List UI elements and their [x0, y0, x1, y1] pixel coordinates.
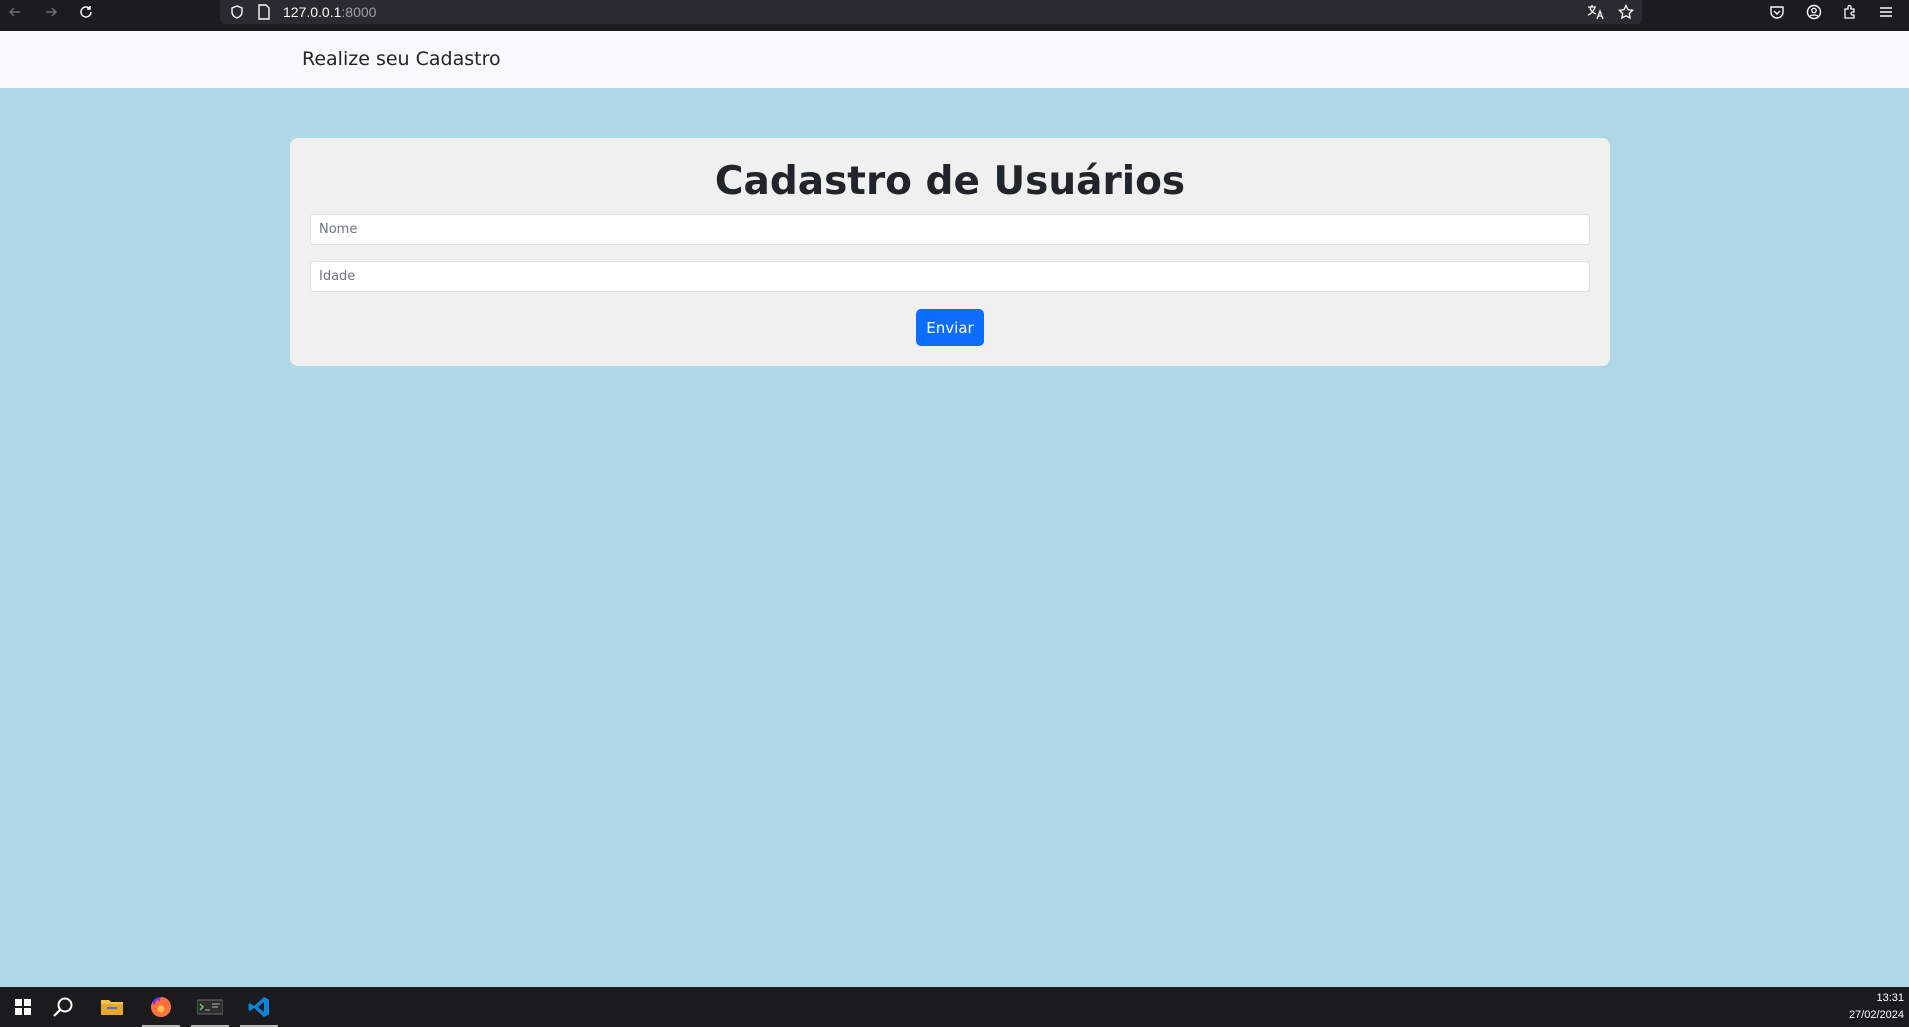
navbar: Realize seu Cadastro: [0, 31, 1909, 88]
forward-icon[interactable]: [36, 0, 66, 24]
translate-icon[interactable]: [1586, 2, 1606, 22]
reload-icon[interactable]: [71, 0, 101, 24]
browser-toolbar: 127.0.0.1:8000: [0, 0, 1909, 31]
account-icon[interactable]: [1804, 2, 1824, 22]
shield-icon[interactable]: [227, 2, 247, 22]
pocket-icon[interactable]: [1767, 2, 1787, 22]
search-icon[interactable]: [40, 987, 86, 1027]
idade-input[interactable]: [310, 261, 1590, 292]
firefox-icon[interactable]: [138, 987, 184, 1027]
url-text[interactable]: 127.0.0.1:8000: [283, 3, 376, 21]
menu-icon[interactable]: [1876, 2, 1896, 22]
extensions-icon[interactable]: [1840, 2, 1860, 22]
clock-date: 27/02/2024: [1848, 1009, 1904, 1021]
navbar-brand[interactable]: Realize seu Cadastro: [302, 46, 501, 72]
taskbar: 13:31 27/02/2024: [0, 987, 1909, 1027]
submit-button[interactable]: Enviar: [916, 309, 984, 346]
terminal-icon[interactable]: [187, 987, 233, 1027]
url-host: 127.0.0.1: [283, 4, 342, 20]
page-title: Cadastro de Usuários: [714, 159, 1186, 204]
clock-time: 13:31: [1876, 992, 1904, 1004]
address-bar[interactable]: [220, 0, 1642, 24]
nome-input[interactable]: [310, 214, 1590, 245]
registration-card: Cadastro de Usuários Enviar: [290, 138, 1610, 366]
page-icon[interactable]: [254, 2, 274, 22]
file-explorer-icon[interactable]: [89, 987, 135, 1027]
vscode-icon[interactable]: [236, 987, 282, 1027]
url-port: :8000: [341, 4, 377, 20]
back-icon[interactable]: [0, 0, 30, 24]
system-clock[interactable]: 13:31 27/02/2024: [1849, 990, 1904, 1024]
bookmark-star-icon[interactable]: [1616, 2, 1636, 22]
